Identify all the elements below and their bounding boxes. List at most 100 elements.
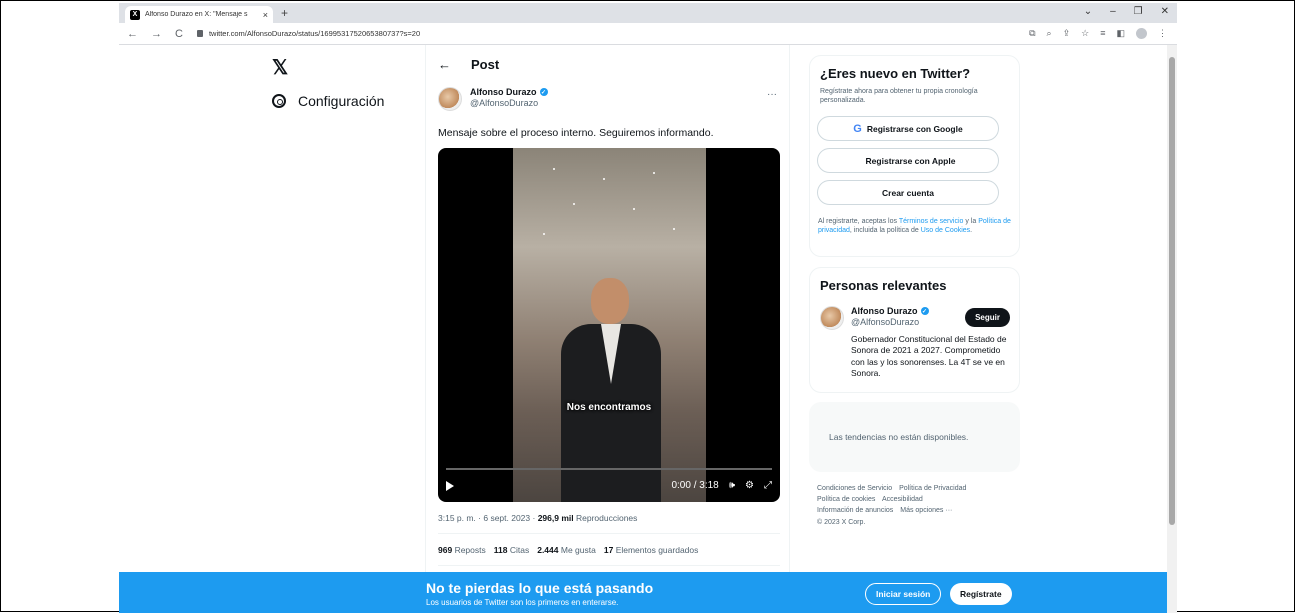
ceiling-light [633, 208, 635, 210]
post-stats: 969 Reposts 118 Citas 2.444 Me gusta 17 … [438, 545, 698, 555]
google-signup-label: Registrarse con Google [866, 123, 963, 134]
footer-link[interactable]: Condiciones de Servicio [817, 485, 892, 492]
register-button[interactable]: Regístrate [950, 583, 1012, 605]
footer-link[interactable]: Más opciones ··· [900, 507, 952, 514]
author-handle[interactable]: @AlfonsoDurazo [470, 98, 548, 108]
relevant-handle[interactable]: @AlfonsoDurazo [851, 317, 929, 327]
tab-bar: X Alfonso Durazo en X: "Mensaje s × + ⌄ … [119, 3, 1177, 23]
bookmark-star-icon[interactable]: ☆ [1081, 28, 1089, 39]
url-field[interactable]: twitter.com/AlfonsoDurazo/status/1699531… [196, 29, 420, 38]
signup-title: ¿Eres nuevo en Twitter? [820, 66, 971, 81]
x-logo-icon[interactable]: 𝕏 [272, 55, 288, 80]
create-account-button[interactable]: Crear cuenta [817, 180, 999, 205]
address-bar-icons: ⧉ ⌕ ⇪ ☆ ≡ ◧ ⋮ [1029, 28, 1167, 39]
post-text: Mensaje sobre el proceso interno. Seguir… [438, 127, 714, 139]
share-icon[interactable]: ⇪ [1063, 28, 1071, 39]
login-button[interactable]: Iniciar sesión [865, 583, 942, 605]
nav-buttons: ← → C [127, 28, 183, 40]
avatar[interactable] [438, 87, 462, 111]
play-icon[interactable] [446, 480, 454, 491]
x-favicon-icon: X [130, 9, 140, 20]
video-progress-bar[interactable] [446, 468, 772, 470]
verified-badge-icon: ✓ [920, 307, 929, 315]
profile-avatar[interactable] [1136, 28, 1147, 39]
sidebar-item-settings[interactable]: Configuración [272, 93, 384, 109]
divider [438, 533, 780, 534]
scrollbar[interactable] [1167, 45, 1177, 613]
tab-search-icon[interactable]: ⌄ [1084, 6, 1092, 17]
google-signup-button[interactable]: G Registrarse con Google [817, 116, 999, 141]
ceiling-light [653, 172, 655, 174]
relevant-name[interactable]: Alfonso Durazo [851, 306, 918, 316]
quotes-stat[interactable]: 118 Citas [494, 545, 529, 555]
page-content: 𝕏 Configuración ← Post Alfonso Durazo ✓ … [119, 45, 1177, 613]
follow-button[interactable]: Seguir [965, 308, 1010, 327]
google-icon: G [853, 122, 862, 135]
reading-list-icon[interactable]: ≡ [1100, 28, 1105, 39]
apple-signup-label: Registrarse con Apple [865, 155, 956, 166]
scrollbar-thumb[interactable] [1169, 57, 1175, 525]
address-bar: ← → C twitter.com/AlfonsoDurazo/status/1… [119, 23, 1177, 45]
trends-message: Las tendencias no están disponibles. [829, 432, 969, 442]
banner-title: No te pierdas lo que está pasando [426, 580, 654, 596]
divider [438, 565, 780, 566]
video-player[interactable]: Nos encontramos 0:00 / 3:18 🕪 ⚙ ⤢ [438, 148, 780, 502]
avatar[interactable] [820, 306, 844, 330]
footer-link[interactable]: Información de anuncios [817, 507, 893, 514]
post-header-title: Post [471, 57, 500, 72]
apple-signup-button[interactable]: Registrarse con Apple [817, 148, 999, 173]
reposts-stat[interactable]: 969 Reposts [438, 545, 486, 555]
login-banner: No te pierdas lo que está pasando Los us… [119, 572, 1167, 613]
browser-tab[interactable]: X Alfonso Durazo en X: "Mensaje s × [125, 6, 273, 23]
video-frame [513, 148, 706, 502]
side-panel-icon[interactable]: ◧ [1116, 28, 1125, 39]
minimize-button[interactable]: – [1110, 6, 1116, 17]
relevant-bio: Gobernador Constitucional del Estado de … [851, 334, 1007, 379]
tab-title: Alfonso Durazo en X: "Mensaje s [145, 11, 248, 18]
relevant-name-row: Alfonso Durazo ✓ [851, 306, 929, 316]
reload-icon[interactable]: C [175, 28, 183, 40]
settings-gear-icon[interactable]: ⚙ [745, 480, 754, 491]
gear-icon [272, 94, 286, 108]
video-subtitle: Nos encontramos [566, 402, 652, 413]
post-header: ← Post [438, 57, 499, 72]
volume-icon[interactable]: 🕪 [729, 480, 735, 491]
views-count: 296,9 mil [537, 513, 574, 523]
zoom-icon[interactable]: ⌕ [1047, 28, 1052, 39]
footer-link[interactable]: Accesibilidad [882, 496, 923, 503]
ceiling-light [553, 168, 555, 170]
cookies-link[interactable]: Uso de Cookies [921, 227, 970, 234]
more-options-icon[interactable]: ··· [767, 89, 777, 100]
back-icon[interactable]: ← [438, 57, 451, 72]
post-meta: 3:15 p. m. · 6 sept. 2023 · 296,9 mil Re… [438, 513, 637, 523]
fullscreen-icon[interactable]: ⤢ [764, 480, 772, 491]
video-right-controls: 0:00 / 3:18 🕪 ⚙ ⤢ [671, 480, 772, 491]
back-arrow-icon[interactable]: ← [127, 28, 138, 40]
relevant-people-card: Personas relevantes Alfonso Durazo ✓ @Al… [809, 267, 1020, 393]
close-window-button[interactable]: ✕ [1161, 6, 1169, 17]
footer-link[interactable]: Política de cookies [817, 496, 875, 503]
create-account-label: Crear cuenta [882, 187, 934, 198]
ceiling-light [543, 233, 545, 235]
post-author[interactable]: Alfonso Durazo ✓ @AlfonsoDurazo [438, 87, 548, 111]
post-timestamp[interactable]: 3:15 p. m. · 6 sept. 2023 · [438, 513, 538, 523]
close-tab-icon[interactable]: × [263, 10, 268, 20]
forward-arrow-icon[interactable]: → [151, 28, 162, 40]
install-icon[interactable]: ⧉ [1029, 28, 1035, 39]
video-controls: 0:00 / 3:18 🕪 ⚙ ⤢ [446, 480, 772, 491]
post-column: ← Post Alfonso Durazo ✓ @AlfonsoDurazo ·… [425, 45, 790, 613]
new-tab-button[interactable]: + [281, 6, 288, 20]
settings-label: Configuración [298, 93, 385, 109]
footer-links: Condiciones de Servicio Política de Priv… [817, 483, 1017, 528]
author-name[interactable]: Alfonso Durazo [470, 87, 537, 97]
relevant-user[interactable]: Alfonso Durazo ✓ @AlfonsoDurazo [820, 306, 929, 330]
terms-link[interactable]: Términos de servicio [899, 218, 964, 225]
footer-link[interactable]: Política de Privacidad [899, 485, 966, 492]
signup-card: ¿Eres nuevo en Twitter? Regístrate ahora… [809, 55, 1020, 257]
likes-stat[interactable]: 2.444 Me gusta [537, 545, 596, 555]
signup-legal: Al registrarte, aceptas los Términos de … [818, 218, 1011, 235]
restore-button[interactable]: ❐ [1134, 6, 1143, 17]
ceiling-light [573, 203, 575, 205]
bookmarks-stat[interactable]: 17 Elementos guardados [604, 545, 699, 555]
menu-kebab-icon[interactable]: ⋮ [1158, 28, 1167, 39]
